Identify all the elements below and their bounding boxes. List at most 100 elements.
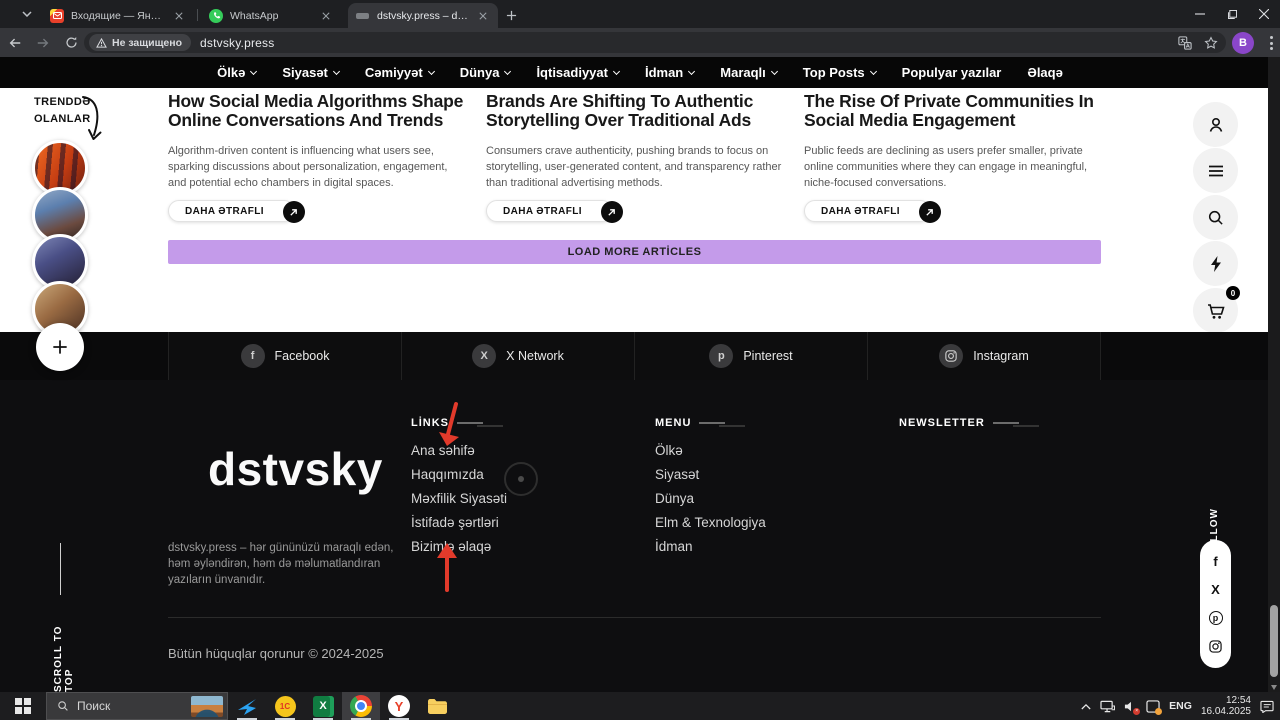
social-bar: f Facebook X X Network p Pinterest Insta… [0, 332, 1268, 380]
translate-icon[interactable] [1178, 35, 1192, 50]
nav-item-olke[interactable]: Ölkə [217, 65, 258, 80]
footer-link[interactable]: İstifadə şərtləri [411, 515, 507, 539]
tab-title: Входящие — Яндекс Почта [71, 9, 166, 22]
menu-button[interactable] [1193, 148, 1238, 193]
browser-menu-icon[interactable] [1270, 36, 1274, 50]
copyright-text: Bütün hüquqlar qorunur © 2024-2025 [168, 646, 384, 661]
browser-tab-whatsapp[interactable]: WhatsApp [201, 3, 341, 28]
read-more-button[interactable]: DAHA ƏTRAFLI [804, 200, 941, 223]
footer-link[interactable]: Məxfilik Siyasəti [411, 491, 507, 515]
yandex-browser-icon: Y [388, 695, 410, 717]
social-x-network[interactable]: X X Network [401, 332, 634, 380]
minimize-button[interactable] [1184, 0, 1216, 28]
flash-button[interactable] [1193, 241, 1238, 286]
chevron-down-icon [770, 67, 778, 75]
close-icon[interactable] [476, 9, 490, 23]
account-button[interactable] [1193, 102, 1238, 147]
taskbar-app-chrome[interactable] [342, 692, 380, 720]
social-facebook[interactable]: f Facebook [168, 332, 401, 380]
nav-item-maraqli[interactable]: Maraqlı [720, 65, 778, 80]
new-tab-button[interactable] [502, 6, 520, 24]
article-card: How Social Media Algorithms Shape Online… [168, 92, 465, 223]
read-more-button[interactable]: DAHA ƏTRAFLI [486, 200, 623, 223]
taskbar-app-excel[interactable]: X [304, 692, 342, 720]
scroll-top-line [60, 543, 61, 595]
scrollbar-thumb[interactable] [1270, 605, 1278, 677]
search-highlight-image[interactable] [191, 696, 223, 717]
arrow-up-right-icon [600, 201, 623, 223]
start-button[interactable] [0, 692, 46, 720]
read-more-button[interactable]: DAHA ƏTRAFLI [168, 200, 305, 223]
close-window-button[interactable] [1248, 0, 1280, 28]
back-icon[interactable] [2, 30, 28, 56]
refresh-icon[interactable] [58, 30, 84, 56]
nav-item-iqtisadiyyat[interactable]: İqtisadiyyat [536, 65, 621, 80]
facebook-icon[interactable]: f [1213, 555, 1217, 568]
chrome-icon [350, 695, 372, 717]
scroll-to-top-button[interactable]: SCROLL TO TOP [53, 600, 75, 692]
bookmark-star-icon[interactable] [1204, 35, 1218, 50]
tray-display-icon[interactable] [1100, 700, 1116, 713]
taskbar-app-messenger[interactable] [228, 692, 266, 720]
x-icon: X [472, 344, 497, 368]
language-indicator[interactable]: ENG [1169, 700, 1192, 712]
tab-search-chevron-icon[interactable] [16, 6, 38, 22]
load-more-button[interactable]: LOAD MORE ARTİCLES [168, 240, 1101, 264]
social-instagram[interactable]: Instagram [867, 332, 1101, 380]
nav-item-cemiyyet[interactable]: Cəmiyyət [365, 65, 435, 80]
footer-link[interactable]: Dünya [655, 491, 766, 515]
chevron-down-icon [332, 67, 340, 75]
footer-link[interactable]: İdman [655, 539, 766, 563]
action-center-icon[interactable] [1260, 700, 1274, 713]
article-title[interactable]: Brands Are Shifting To Authentic Storyte… [486, 92, 783, 129]
footer-link[interactable]: Haqqımızda [411, 467, 507, 491]
taskbar-app-explorer[interactable] [418, 692, 456, 720]
time-text: 12:54 [1225, 695, 1251, 706]
security-chip[interactable]: Не защищено [89, 34, 192, 51]
follow-social-pill: f X p [1200, 540, 1231, 668]
taskbar-search-input[interactable]: Поиск [46, 692, 228, 720]
nav-item-dunya[interactable]: Dünya [460, 65, 512, 80]
clock[interactable]: 12:54 16.04.2025 [1201, 695, 1251, 717]
chevron-down-icon [427, 67, 435, 75]
instagram-icon[interactable] [1209, 640, 1222, 653]
footer-link[interactable]: Elm & Texnologiya [655, 515, 766, 539]
cart-button[interactable]: 0 [1193, 286, 1240, 333]
forward-icon[interactable] [30, 30, 56, 56]
footer-link[interactable]: Siyasət [655, 467, 766, 491]
close-icon[interactable] [172, 9, 186, 23]
close-icon[interactable] [319, 9, 333, 23]
add-story-button[interactable] [36, 323, 84, 371]
page-scrollbar[interactable] [1268, 57, 1280, 692]
taskbar-app-1c[interactable]: 1С [266, 692, 304, 720]
article-title[interactable]: The Rise Of Private Communities In Socia… [804, 92, 1101, 129]
tray-volume-muted-icon[interactable]: × [1124, 700, 1141, 715]
pinterest-icon: p [709, 344, 734, 368]
pinterest-icon[interactable]: p [1208, 611, 1223, 625]
chevron-down-icon [250, 67, 258, 75]
taskbar-app-yandex-browser[interactable]: Y [380, 692, 418, 720]
search-button[interactable] [1193, 195, 1238, 240]
tray-notification-icon[interactable] [1146, 699, 1163, 715]
article-excerpt: Algorithm-driven content is influencing … [168, 145, 448, 189]
chevron-down-icon [504, 67, 512, 75]
scrollbar-down-arrow[interactable] [1271, 685, 1277, 690]
nav-item-populyar-yazilar[interactable]: Populyar yazılar [902, 65, 1002, 80]
browser-tab-dstvsky[interactable]: dstvsky.press – dstvsky.press – [348, 3, 498, 28]
tray-chevron-up-icon[interactable] [1081, 703, 1091, 710]
article-title[interactable]: How Social Media Algorithms Shape Online… [168, 92, 465, 129]
x-icon[interactable]: X [1211, 583, 1220, 596]
nav-item-idman[interactable]: İdman [645, 65, 696, 80]
warning-icon [96, 37, 107, 48]
browser-toolbar: Не защищено dstvsky.press B [0, 28, 1280, 57]
maximize-button[interactable] [1216, 0, 1248, 28]
nav-item-elaqe[interactable]: Əlaqə [1027, 65, 1062, 80]
browser-tab-yandex-mail[interactable]: Входящие — Яндекс Почта [42, 3, 194, 28]
footer-link[interactable]: Ölkə [655, 443, 766, 467]
address-bar[interactable]: Не защищено dstvsky.press [84, 32, 1226, 53]
nav-item-siyaset[interactable]: Siyasət [282, 65, 340, 80]
footer-logo[interactable]: dstvsky [208, 442, 383, 496]
browser-profile-avatar[interactable]: B [1232, 31, 1254, 54]
social-pinterest[interactable]: p Pinterest [634, 332, 867, 380]
nav-item-top-posts[interactable]: Top Posts [803, 65, 877, 80]
